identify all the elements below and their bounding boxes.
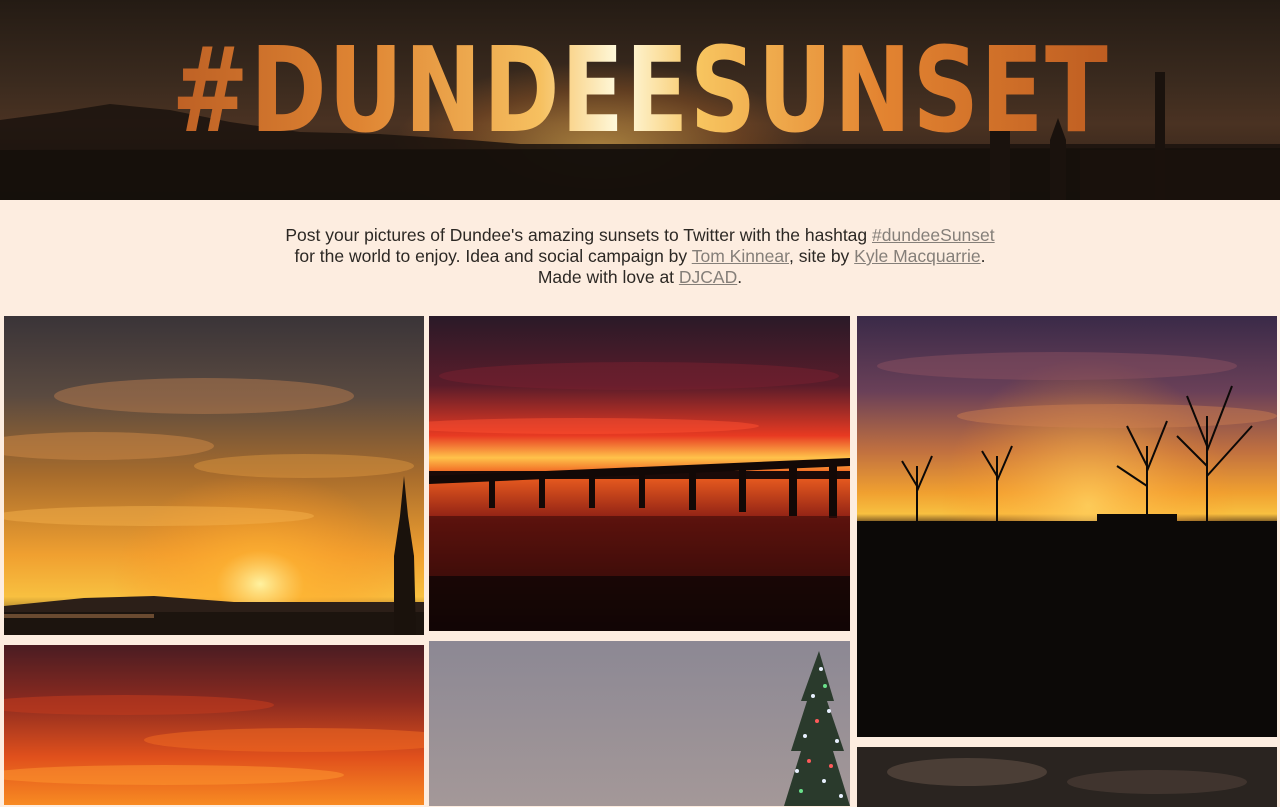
photo-sunset-tay-bridge[interactable] <box>429 316 850 631</box>
intro-text-3: , site by <box>789 246 855 266</box>
intro-text-2: for the world to enjoy. Idea and social … <box>294 246 692 266</box>
campaign-author-link[interactable]: Tom Kinnear <box>692 246 789 266</box>
hashtag-link[interactable]: #dundeeSunset <box>872 225 995 245</box>
site-banner: #DUNDEESUNSET <box>0 0 1280 200</box>
intro-line-3: Made with love at DJCAD. <box>240 267 1040 288</box>
djcad-link[interactable]: DJCAD <box>679 267 737 287</box>
intro-text: Post your pictures of Dundee's amazing s… <box>240 225 1040 288</box>
site-title: #DUNDEESUNSET <box>141 28 1139 152</box>
photo-sunset-red-clouds[interactable] <box>4 645 424 805</box>
intro-text-1: Post your pictures of Dundee's amazing s… <box>285 225 873 245</box>
intro-text-6: . <box>737 267 743 287</box>
photo-sunset-dark-clouds[interactable] <box>857 747 1277 807</box>
photo-sunset-church-spire[interactable] <box>4 316 424 635</box>
intro-line-1: Post your pictures of Dundee's amazing s… <box>240 225 1040 246</box>
site-author-link[interactable]: Kyle Macquarrie <box>854 246 980 266</box>
intro-text-5: Made with love at <box>537 267 679 287</box>
intro-line-2: for the world to enjoy. Idea and social … <box>240 246 1040 267</box>
intro-text-4: . <box>980 246 986 266</box>
photo-sunset-christmas-tree[interactable] <box>429 641 850 806</box>
photo-sunset-trees-silhouette[interactable] <box>857 316 1277 737</box>
